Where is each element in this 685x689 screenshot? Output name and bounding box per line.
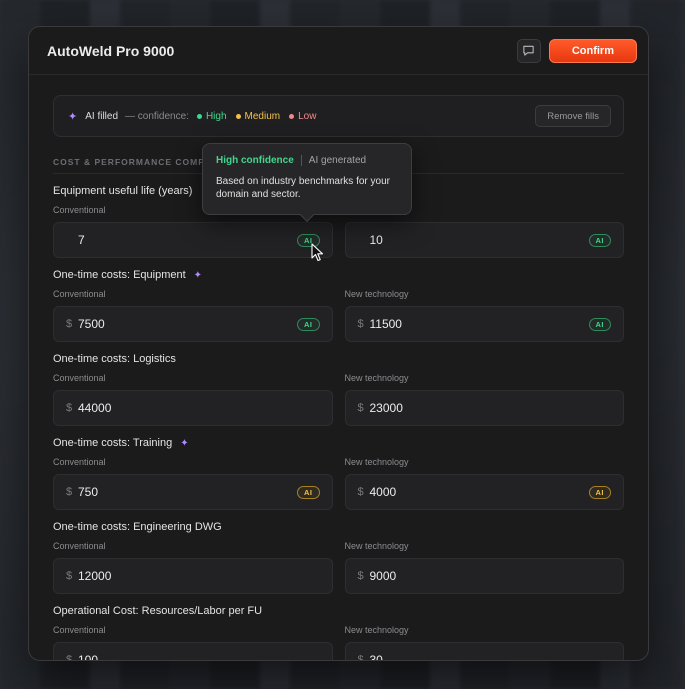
input-value: 7500 [78,317,105,331]
new-technology-label: New technology [344,625,409,635]
conventional-label: Conventional [53,373,106,383]
confidence-medium: Medium [235,110,281,122]
currency-symbol: $ [357,654,364,661]
input-value: 10 [369,233,383,247]
new-technology-input[interactable]: $ 23000 [344,390,624,426]
input-value: 9000 [369,569,397,583]
new-technology-label: New technology [344,289,409,299]
confidence-label: — confidence: [125,110,189,122]
ai-badge[interactable]: AI [297,485,320,499]
sparkle-icon: ✦ [193,269,203,281]
tooltip-description: Based on industry benchmarks for your do… [216,176,390,200]
ai-confidence-tooltip: High confidence AI generated Based on in… [202,143,412,223]
field-group-equipment: One-time costs: Equipment ✦ Conventional … [53,268,624,342]
new-technology-input[interactable]: $ 9000 [344,558,624,594]
field-group-label: One-time costs: Logistics [53,353,176,365]
field-group-label-text: One-time costs: Training [53,437,173,449]
conventional-input[interactable]: $ 7500 AI [53,306,333,342]
confidence-low: Low [289,111,316,122]
conventional-label: Conventional [53,457,106,467]
input-value: 100 [78,653,99,661]
chat-bubble-icon [523,45,534,56]
new-technology-input[interactable]: 10 AI [344,222,624,258]
new-technology-label: New technology [344,373,409,383]
field-group-engineering-dwg: One-time costs: Engineering DWG Conventi… [53,520,624,594]
currency-symbol: $ [66,654,73,661]
input-value: 23000 [369,401,403,415]
new-technology-input[interactable]: $ 11500 AI [344,306,624,342]
confidence-high-label: High [205,110,227,122]
red-dot-icon [289,113,295,119]
new-technology-input[interactable]: $ 30 [344,642,624,661]
currency-symbol: $ [66,402,73,414]
ai-badge[interactable]: AI [588,485,611,499]
ai-badge[interactable]: AI [297,317,320,331]
field-group-training: One-time costs: Training ✦ Conventional $… [53,436,624,510]
comment-button[interactable] [516,38,541,63]
input-value: 30 [369,653,383,661]
conventional-input[interactable]: 7 AI [53,222,333,258]
ai-fill-banner: ✦ AI filled — confidence: High Medium Lo… [53,95,624,137]
field-group-label: Operational Cost: Resources/Labor per FU [53,605,263,617]
conventional-input[interactable]: $ 750 AI [53,474,333,510]
field-group-label: One-time costs: Training ✦ [53,436,624,450]
new-technology-label: New technology [344,541,409,551]
currency-symbol: $ [357,318,364,330]
confidence-low-label: Low [298,110,317,122]
conventional-input[interactable]: $ 44000 [53,390,333,426]
sparkle-icon: ✦ [180,437,189,449]
currency-symbol: $ [357,402,364,414]
input-value: 44000 [78,401,112,415]
new-technology-label: New technology [344,457,409,467]
remove-fills-button[interactable]: Remove fills [535,105,611,127]
conventional-label: Conventional [53,541,106,551]
input-value: 750 [78,485,99,499]
ai-badge[interactable]: AI [588,233,611,247]
conventional-input[interactable]: $ 12000 [53,558,333,594]
tooltip-confidence: High confidence [216,155,302,166]
ai-badge[interactable]: AI [588,317,611,331]
conventional-label: Conventional [53,625,106,635]
tooltip-source: AI generated [308,155,367,166]
mouse-pointer-icon [311,243,324,262]
new-technology-input[interactable]: $ 4000 AI [344,474,624,510]
currency-symbol: $ [357,486,364,498]
field-group-labor: Operational Cost: Resources/Labor per FU… [53,604,624,661]
yellow-dot-icon [235,113,241,119]
field-group-logistics: One-time costs: Logistics Conventional $… [53,352,624,426]
sparkle-icon: ✦ [68,110,78,123]
modal-title: AutoWeld Pro 9000 [47,42,175,59]
currency-symbol: $ [357,570,364,582]
input-value: 12000 [78,569,112,583]
confirm-button[interactable]: Confirm [548,38,637,63]
ai-filled-label: AI filled [85,110,119,122]
input-value: 4000 [369,485,397,499]
currency-symbol: $ [66,318,73,330]
confidence-medium-label: Medium [244,110,281,122]
currency-symbol: $ [66,570,73,582]
input-value: 11500 [369,317,402,331]
input-value: 7 [78,233,85,247]
modal-header: AutoWeld Pro 9000 Confirm [29,27,648,75]
modal-dialog: AutoWeld Pro 9000 Confirm ✦ AI filled — … [28,26,649,661]
currency-symbol: $ [66,486,73,498]
conventional-label: Conventional [53,289,106,299]
confidence-high: High [196,110,227,122]
field-group-label-text: One-time costs: Equipment [53,269,186,281]
green-dot-icon [196,113,202,119]
field-group-label: One-time costs: Equipment ✦ [53,268,624,282]
field-group-label: One-time costs: Engineering DWG [53,521,222,533]
conventional-input[interactable]: $ 100 [53,642,333,661]
